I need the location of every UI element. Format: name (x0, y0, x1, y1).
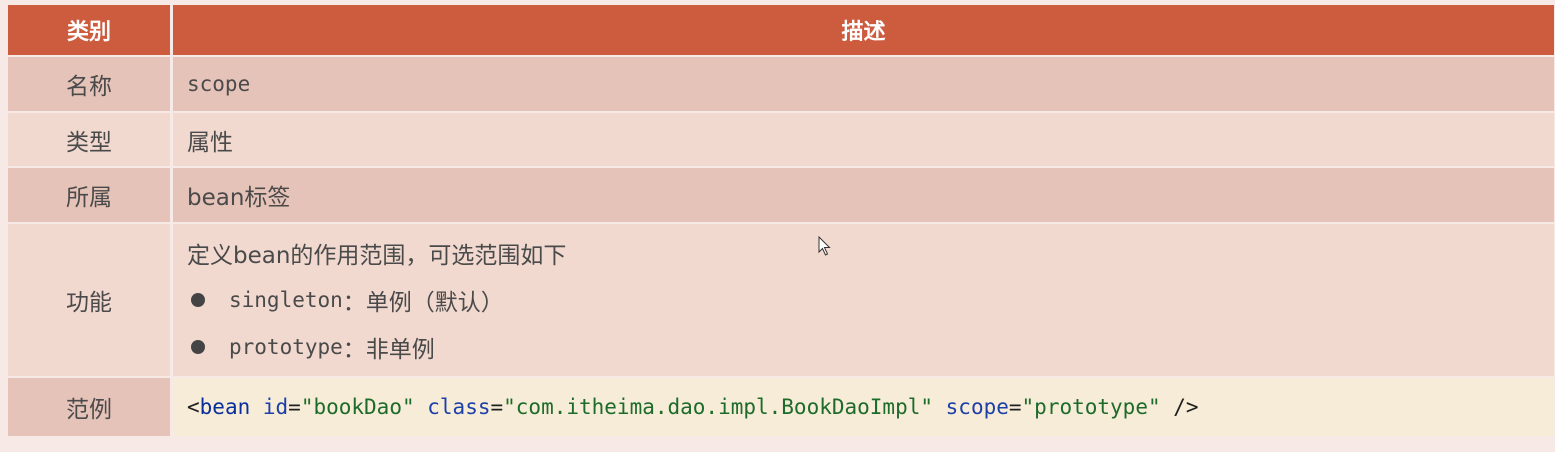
code-tag-name: bean (199, 395, 251, 419)
bullet-icon (191, 340, 205, 354)
row-name-label: 名称 (8, 57, 170, 111)
scope-option-key: singleton (229, 288, 343, 312)
code-eq: = (1008, 395, 1022, 419)
list-item: singleton ：单例（默认） (187, 277, 504, 324)
row-example-label: 范例 (8, 378, 170, 436)
row-type-value: 属性 (173, 113, 1554, 166)
scope-option-desc: ：非单例 (342, 337, 435, 363)
code-close: /> (1160, 395, 1199, 419)
scope-option-key: prototype (229, 335, 343, 359)
list-item: prototype ：非单例 (187, 324, 435, 371)
row-belongs-value: bean标签 (173, 168, 1554, 222)
scope-attribute-table: 类别 描述 名称 scope 类型 属性 所属 bean标签 功能 定义bean… (8, 5, 1554, 436)
row-name-value: scope (173, 57, 1554, 111)
bullet-icon (191, 293, 205, 307)
code-val-class: "com.itheima.dao.impl.BookDaoImpl" (503, 395, 934, 419)
scope-option-desc: ：单例（默认） (342, 290, 504, 316)
row-example-code: < bean id = "bookDao" class = "com.itheima.da… (173, 378, 1554, 436)
code-attr-class: class (414, 395, 491, 419)
row-function-value: 定义bean的作用范围，可选范围如下 singleton ：单例（默认） pro… (173, 224, 1554, 376)
function-intro: 定义bean的作用范围，可选范围如下 (187, 243, 567, 269)
row-type-label: 类型 (8, 113, 170, 166)
code-open-bracket: < (187, 395, 200, 419)
row-function-label: 功能 (8, 224, 170, 376)
code-attr-id: id (250, 395, 289, 419)
code-val-scope: "prototype" (1021, 395, 1161, 419)
header-category: 类别 (8, 5, 170, 55)
row-belongs-label: 所属 (8, 168, 170, 222)
code-eq: = (490, 395, 504, 419)
code-attr-scope: scope (933, 395, 1009, 419)
code-eq: = (288, 395, 301, 419)
header-description: 描述 (173, 5, 1554, 55)
mouse-pointer-icon (818, 236, 831, 256)
code-val-id: "bookDao" (300, 395, 415, 419)
